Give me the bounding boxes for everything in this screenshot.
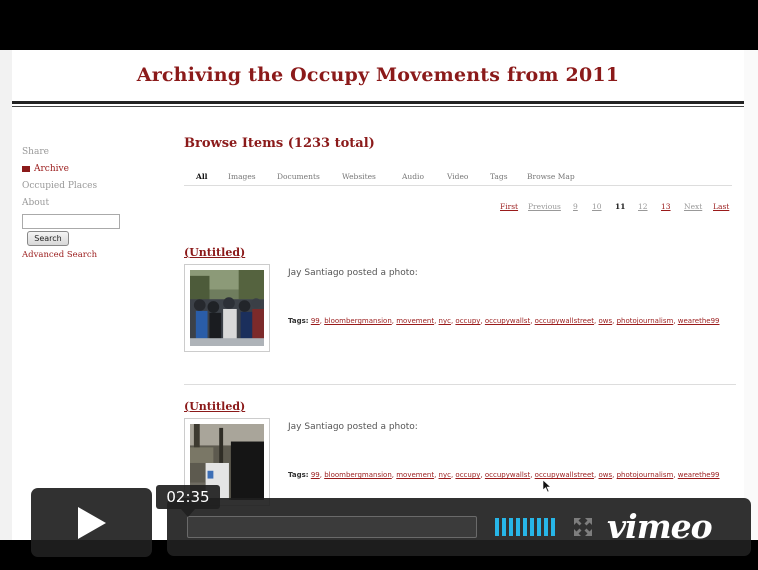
pagination-first[interactable]: First <box>500 202 518 211</box>
pagination-page[interactable]: 9 <box>573 202 578 211</box>
item-thumbnail[interactable] <box>184 264 270 352</box>
pagination-page[interactable]: 10 <box>592 202 602 211</box>
tag-link[interactable]: wearethe99 <box>678 471 720 479</box>
tab-all[interactable]: All <box>196 172 208 181</box>
tag-link[interactable]: occupy <box>455 317 480 325</box>
header-rule <box>12 101 744 104</box>
tag-link[interactable]: photojournalism <box>617 471 674 479</box>
sidebar-item-archive[interactable]: Archive <box>22 161 142 178</box>
tag-link[interactable]: occupywallstreet <box>535 317 594 325</box>
active-bullet-icon <box>22 165 30 172</box>
search-button[interactable]: Search <box>27 231 69 246</box>
play-icon <box>78 507 106 539</box>
pagination-page[interactable]: 12 <box>638 202 648 211</box>
time-indicator: 02:35 <box>156 485 220 517</box>
fullscreen-icon[interactable] <box>572 516 594 538</box>
item-tags: Tags: 99, bloombergmansion, movement, ny… <box>288 471 720 479</box>
volume-icon[interactable] <box>495 518 557 536</box>
tag-link[interactable]: occupywallstreet <box>535 471 594 479</box>
tag-link[interactable]: movement <box>396 317 434 325</box>
search-input[interactable] <box>22 214 120 229</box>
player-controls: vimeo <box>167 498 751 556</box>
tab-audio[interactable]: Audio <box>402 172 424 181</box>
item-title[interactable]: (Untitled) <box>184 246 245 259</box>
sidebar-item-share[interactable]: Share <box>22 144 142 161</box>
item-tags: Tags: 99, bloombergmansion, movement, ny… <box>288 317 720 325</box>
tag-link[interactable]: 99 <box>311 317 320 325</box>
tag-link[interactable]: movement <box>396 471 434 479</box>
vimeo-logo[interactable]: vimeo <box>607 507 713 546</box>
pagination-previous[interactable]: Previous <box>528 202 561 211</box>
tab-browse-map[interactable]: Browse Map <box>527 172 575 181</box>
advanced-search-link[interactable]: Advanced Search <box>22 250 97 260</box>
tags-label: Tags: <box>288 317 309 325</box>
frame-right <box>744 50 758 540</box>
embedded-web-page: Archiving the Occupy Movements from 2011… <box>12 50 744 540</box>
tab-images[interactable]: Images <box>228 172 256 181</box>
tag-link[interactable]: bloombergmansion <box>324 471 392 479</box>
browse-tabs: All Images Documents Websites Audio Vide… <box>184 170 732 186</box>
header-rule-thin <box>12 106 744 107</box>
pagination-next[interactable]: Next <box>684 202 702 211</box>
tags-label: Tags: <box>288 471 309 479</box>
tag-link[interactable]: occupy <box>455 471 480 479</box>
tag-link[interactable]: bloombergmansion <box>324 317 392 325</box>
item-description: Jay Santiago posted a photo: <box>288 268 418 278</box>
video-letterbox-top <box>0 0 758 50</box>
site-title[interactable]: Archiving the Occupy Movements from 2011 <box>12 64 744 86</box>
tag-link[interactable]: nyc <box>439 317 451 325</box>
item-description: Jay Santiago posted a photo: <box>288 422 418 432</box>
sidebar-item-occupied-places[interactable]: Occupied Places <box>22 178 142 195</box>
play-button[interactable] <box>31 488 152 557</box>
item-divider <box>184 384 736 385</box>
tag-link[interactable]: photojournalism <box>617 317 674 325</box>
pagination-current-page: 11 <box>615 202 626 211</box>
progress-bar[interactable] <box>187 516 477 538</box>
tag-link[interactable]: ows <box>599 471 613 479</box>
tab-video[interactable]: Video <box>447 172 468 181</box>
frame-left <box>0 50 12 540</box>
tag-link[interactable]: wearethe99 <box>678 317 720 325</box>
pagination-last[interactable]: Last <box>713 202 729 211</box>
tab-tags[interactable]: Tags <box>490 172 508 181</box>
main-content: Browse Items (1233 total) All Images Doc… <box>184 136 732 211</box>
tag-link[interactable]: ows <box>599 317 613 325</box>
tag-link[interactable]: occupywallst <box>485 471 530 479</box>
tab-websites[interactable]: Websites <box>342 172 376 181</box>
tag-link[interactable]: nyc <box>439 471 451 479</box>
sidebar: Share Archive Occupied Places About Sear… <box>22 144 142 260</box>
sidebar-item-label: Archive <box>34 164 69 174</box>
item-title[interactable]: (Untitled) <box>184 400 245 413</box>
tag-link[interactable]: 99 <box>311 471 320 479</box>
page-title: Browse Items (1233 total) <box>184 136 375 151</box>
pagination-page[interactable]: 13 <box>661 202 671 211</box>
tag-link[interactable]: occupywallst <box>485 317 530 325</box>
crowd-photo <box>190 270 264 346</box>
tab-documents[interactable]: Documents <box>277 172 320 181</box>
sidebar-item-about[interactable]: About <box>22 195 142 212</box>
mouse-cursor-icon <box>542 479 552 493</box>
